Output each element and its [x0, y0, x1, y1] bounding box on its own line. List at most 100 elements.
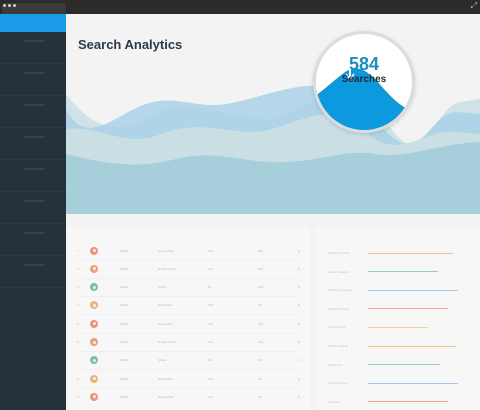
row-value-2: 96 — [258, 303, 262, 308]
legend-item: Toys & Games — [328, 377, 468, 389]
row-id: 42003 — [120, 394, 129, 399]
legend-label: Food & Drink — [328, 325, 346, 330]
row-value-1: 132 — [208, 321, 214, 326]
row-value-2: 184 — [258, 266, 264, 271]
row-action[interactable]: $ — [298, 249, 300, 253]
magnifier-lens: 584 Searches — [313, 31, 415, 133]
row-value-1: 120 — [208, 303, 214, 308]
legend-bar — [368, 401, 448, 403]
main-content: Search Analytics 584 Searches 1 42003 Je… — [66, 14, 480, 410]
table-row[interactable]: 4 42002 David Blick 120 96 $ — [68, 296, 310, 315]
row-action[interactable]: $ — [298, 285, 300, 289]
table-row[interactable]: 1 42003 Jessie Platt 143 285 $ — [68, 241, 310, 260]
row-index: 2 — [77, 266, 79, 271]
row-index: 4 — [77, 303, 79, 308]
row-id: 42002 — [120, 303, 129, 308]
row-id: 42001 — [120, 340, 129, 344]
avatar — [90, 301, 98, 310]
row-action[interactable]: $ — [298, 358, 300, 362]
row-value-2: 96 — [258, 376, 262, 381]
avatar — [90, 264, 98, 273]
avatar — [90, 283, 98, 292]
search-count: 584 — [348, 54, 380, 74]
row-value-1: 143 — [208, 248, 214, 253]
row-value-2: 285 — [258, 248, 264, 253]
sidebar — [0, 14, 66, 410]
legend-item: Food & Drink — [328, 321, 468, 333]
legend-label: Jewellery — [328, 399, 341, 404]
row-action[interactable]: $ — [298, 267, 300, 271]
legend-bar — [368, 308, 448, 310]
row-index: 1 — [77, 248, 79, 253]
row-value-2: 85 — [258, 394, 262, 399]
row-id: 42002 — [120, 285, 129, 290]
legend-item: Jewellery — [328, 396, 468, 408]
row-value-2: 135 — [258, 285, 264, 290]
row-value-1: 94 — [208, 358, 212, 363]
legend-bar — [368, 289, 458, 291]
row-action[interactable]: $ — [298, 303, 300, 307]
legend-label: Toys & Games — [328, 381, 348, 386]
search-area-chart — [66, 85, 480, 214]
row-id: 42004 — [120, 376, 129, 381]
row-action[interactable]: $ — [298, 395, 300, 399]
row-name: Jessie Platt — [158, 248, 174, 253]
legend-label: Health & Beauty — [328, 306, 350, 311]
sidebar-item-active[interactable] — [0, 14, 66, 32]
table-row[interactable]: 2 42001 Robert Smith 142 184 $ — [68, 259, 310, 278]
legend-bar — [368, 271, 438, 273]
row-id: 42003 — [120, 248, 129, 253]
row-id: 42001 — [120, 266, 129, 271]
legend-label: Home & Garden — [328, 269, 350, 274]
legend-item: Home & Garden — [328, 266, 468, 278]
row-index: 5 — [77, 321, 79, 326]
window-titlebar: ⤢ — [0, 0, 480, 14]
row-value-1: 142 — [208, 266, 214, 271]
avatar — [90, 246, 98, 255]
legend-bar — [368, 345, 456, 347]
legend-item: Health & Beauty — [328, 303, 468, 315]
legend-bar — [368, 382, 458, 384]
window-menu-icon[interactable] — [3, 4, 16, 7]
row-index: 8 — [77, 376, 79, 381]
legend-bar — [368, 364, 440, 366]
results-table: 1 42003 Jessie Platt 143 285 $ 2 42001 R… — [68, 227, 310, 410]
legend-item: Clothing & Apparel — [328, 284, 468, 296]
table-row[interactable]: 3 42002 Shane 51 135 $ — [68, 278, 310, 297]
row-value-1: 143 — [208, 394, 214, 399]
row-name: Jessie Platt — [158, 394, 174, 399]
row-id: 42002 — [120, 358, 129, 363]
table-row[interactable]: 5 42003 Jessie Best 132 205 $ — [68, 314, 310, 333]
search-count-label: Searches — [341, 74, 387, 85]
avatar — [90, 356, 98, 365]
table-row[interactable]: 8 42004 David Blick 125 96 $ — [68, 369, 310, 388]
legend-label: Electronics — [328, 362, 343, 367]
row-index: 3 — [77, 285, 79, 290]
row-action[interactable]: $ — [298, 377, 300, 381]
table-row[interactable]: 7 42002 Shane 94 125 $ — [68, 351, 310, 370]
row-name: Robert Smith — [158, 266, 176, 271]
row-value-1: 51 — [208, 285, 212, 290]
row-index: 6 — [77, 340, 79, 344]
legend-label: Books & Media — [328, 344, 349, 348]
avatar — [90, 319, 98, 328]
row-action[interactable]: $ — [298, 322, 300, 326]
row-index: 9 — [77, 394, 79, 399]
row-name: Robert Smith — [158, 340, 176, 344]
row-value-2: 184 — [258, 340, 264, 344]
resize-diagonal-icon[interactable]: ⤢ — [471, 1, 477, 11]
category-legend: Sports & Leisure Home & Garden Clothing & … — [316, 227, 480, 410]
row-action[interactable]: $ — [298, 340, 300, 344]
legend-bar — [368, 252, 453, 254]
row-value-2: 125 — [258, 358, 264, 363]
row-name: Shane — [158, 358, 167, 363]
legend-label: Sports & Leisure — [328, 251, 351, 255]
legend-bar — [368, 326, 428, 328]
row-value-2: 205 — [258, 321, 264, 326]
row-name: Jessie Best — [158, 321, 174, 326]
table-row[interactable]: 9 42003 Jessie Platt 143 85 $ — [68, 387, 310, 406]
row-index: 7 — [77, 358, 79, 363]
row-value-1: 142 — [208, 340, 214, 344]
page-title: Search Analytics — [78, 37, 183, 52]
table-row[interactable]: 6 42001 Robert Smith 142 184 $ — [68, 333, 310, 352]
